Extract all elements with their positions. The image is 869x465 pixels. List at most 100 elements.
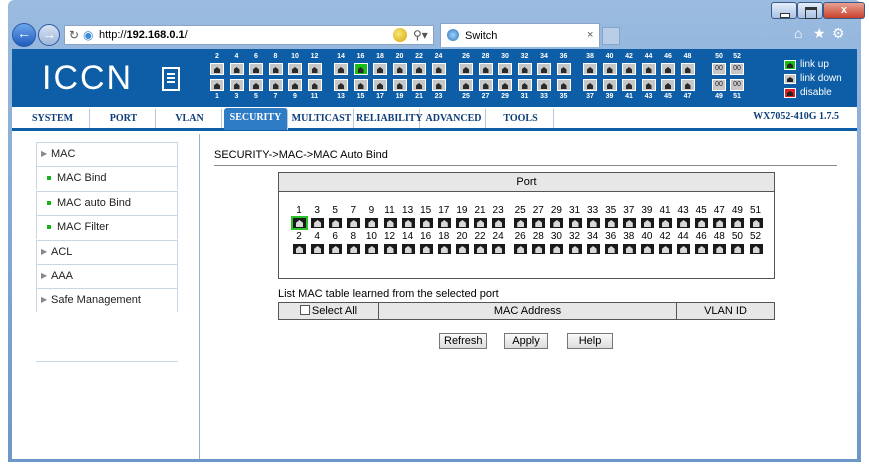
port-45-icon[interactable] bbox=[695, 218, 709, 228]
port-23-icon[interactable] bbox=[492, 218, 506, 228]
banner-port-41[interactable] bbox=[622, 79, 636, 91]
port-26-icon[interactable] bbox=[514, 244, 528, 254]
port-14-icon[interactable] bbox=[401, 244, 415, 254]
maximize-button[interactable] bbox=[797, 2, 823, 19]
banner-port-21[interactable] bbox=[412, 79, 426, 91]
port-52-icon[interactable] bbox=[749, 244, 763, 254]
banner-port-22[interactable] bbox=[412, 63, 426, 75]
sidebar-item-mac-filter[interactable]: MAC Filter bbox=[36, 215, 178, 240]
sfp-port-49[interactable]: 00 bbox=[712, 79, 726, 91]
banner-port-36[interactable] bbox=[556, 63, 571, 75]
port-38-icon[interactable] bbox=[622, 244, 636, 254]
minimize-button[interactable] bbox=[771, 2, 797, 19]
address-bar[interactable]: ↻ ◉ http://192.168.0.1/ ⚲▾ bbox=[64, 25, 434, 45]
port-29-icon[interactable] bbox=[550, 218, 564, 228]
port-15-icon[interactable] bbox=[419, 218, 433, 228]
port-34-icon[interactable] bbox=[586, 244, 600, 254]
port-20-icon[interactable] bbox=[455, 244, 469, 254]
banner-port-7[interactable] bbox=[268, 79, 283, 91]
home-icon[interactable]: ⌂ bbox=[794, 25, 802, 41]
banner-port-3[interactable] bbox=[229, 79, 244, 91]
port-21-icon[interactable] bbox=[474, 218, 487, 228]
port-5-icon[interactable] bbox=[329, 218, 343, 228]
menu-system[interactable]: SYSTEM bbox=[16, 109, 90, 128]
menu-security[interactable]: SECURITY bbox=[224, 108, 288, 130]
forward-arrow-icon[interactable]: → bbox=[38, 24, 60, 46]
compatibility-icon[interactable] bbox=[393, 28, 407, 42]
sfp-port-51[interactable]: 00 bbox=[730, 79, 744, 91]
banner-port-5[interactable] bbox=[249, 79, 263, 91]
banner-port-47[interactable] bbox=[680, 79, 695, 91]
port-22-icon[interactable] bbox=[474, 244, 487, 254]
port-24-icon[interactable] bbox=[492, 244, 506, 254]
sidebar-item-safe-management[interactable]: ▶ Safe Management bbox=[36, 288, 178, 313]
port-48-icon[interactable] bbox=[713, 244, 727, 254]
banner-port-14[interactable] bbox=[334, 63, 348, 75]
port-8-icon[interactable] bbox=[347, 244, 361, 254]
search-icon[interactable]: ⚲▾ bbox=[413, 28, 428, 42]
banner-port-19[interactable] bbox=[392, 79, 407, 91]
banner-port-39[interactable] bbox=[602, 79, 617, 91]
refresh-small-icon[interactable]: ↻ bbox=[69, 28, 79, 42]
port-11-icon[interactable] bbox=[383, 218, 397, 228]
banner-port-11[interactable] bbox=[307, 79, 322, 91]
select-all-cell[interactable]: Select All bbox=[279, 303, 379, 319]
banner-port-44[interactable] bbox=[641, 63, 656, 75]
port-3-icon[interactable] bbox=[311, 218, 325, 228]
banner-port-18[interactable] bbox=[373, 63, 387, 75]
port-32-icon[interactable] bbox=[568, 244, 582, 254]
port-7-icon[interactable] bbox=[347, 218, 361, 228]
banner-port-43[interactable] bbox=[641, 79, 656, 91]
menu-reliability[interactable]: RELIABILITY bbox=[356, 109, 423, 128]
banner-port-46[interactable] bbox=[661, 63, 675, 75]
port-13-icon[interactable] bbox=[401, 218, 415, 228]
banner-port-24[interactable] bbox=[431, 63, 446, 75]
gear-icon[interactable]: ⚙ bbox=[832, 25, 845, 42]
banner-port-30[interactable] bbox=[498, 63, 512, 75]
port-30-icon[interactable] bbox=[550, 244, 564, 254]
menu-advanced[interactable]: ADVANCED bbox=[422, 109, 486, 128]
port-43-icon[interactable] bbox=[677, 218, 691, 228]
port-1-icon[interactable] bbox=[291, 216, 308, 230]
banner-port-1[interactable] bbox=[210, 79, 224, 91]
port-49-icon[interactable] bbox=[731, 218, 745, 228]
port-6-icon[interactable] bbox=[329, 244, 343, 254]
back-arrow-icon[interactable]: ← bbox=[12, 23, 36, 47]
banner-port-48[interactable] bbox=[680, 63, 695, 75]
port-47-icon[interactable] bbox=[713, 218, 727, 228]
tab-close-icon[interactable]: × bbox=[587, 29, 593, 41]
port-33-icon[interactable] bbox=[586, 218, 600, 228]
banner-port-23[interactable] bbox=[431, 79, 446, 91]
sidebar-item-mac-auto-bind[interactable]: MAC auto Bind bbox=[36, 190, 178, 215]
banner-port-2[interactable] bbox=[210, 63, 224, 75]
port-16-icon[interactable] bbox=[419, 244, 433, 254]
banner-port-25[interactable] bbox=[459, 79, 473, 91]
port-41-icon[interactable] bbox=[659, 218, 672, 228]
port-19-icon[interactable] bbox=[455, 218, 469, 228]
port-46-icon[interactable] bbox=[695, 244, 709, 254]
port-31-icon[interactable] bbox=[568, 218, 582, 228]
port-39-icon[interactable] bbox=[640, 218, 654, 228]
port-42-icon[interactable] bbox=[659, 244, 672, 254]
banner-port-26[interactable] bbox=[459, 63, 473, 75]
banner-port-38[interactable] bbox=[583, 63, 597, 75]
banner-port-9[interactable] bbox=[288, 79, 302, 91]
port-4-icon[interactable] bbox=[311, 244, 325, 254]
banner-port-34[interactable] bbox=[537, 63, 551, 75]
port-2-icon[interactable] bbox=[293, 244, 306, 254]
port-40-icon[interactable] bbox=[640, 244, 654, 254]
help-button[interactable]: Help bbox=[567, 333, 613, 349]
sfp-port-52[interactable]: 00 bbox=[730, 63, 744, 75]
sidebar-item-mac[interactable]: ▶ MAC bbox=[36, 142, 178, 166]
banner-port-8[interactable] bbox=[268, 63, 283, 75]
banner-port-40[interactable] bbox=[602, 63, 617, 75]
select-all-checkbox[interactable] bbox=[299, 305, 310, 315]
port-18-icon[interactable] bbox=[437, 244, 451, 254]
favorites-star-icon[interactable]: ★ bbox=[813, 25, 826, 42]
port-27-icon[interactable] bbox=[532, 218, 546, 228]
banner-port-42[interactable] bbox=[622, 63, 636, 75]
banner-port-27[interactable] bbox=[478, 79, 493, 91]
sidebar-item-aaa[interactable]: ▶ AAA bbox=[36, 264, 178, 288]
refresh-button[interactable]: Refresh bbox=[439, 333, 487, 349]
banner-port-17[interactable] bbox=[373, 79, 387, 91]
